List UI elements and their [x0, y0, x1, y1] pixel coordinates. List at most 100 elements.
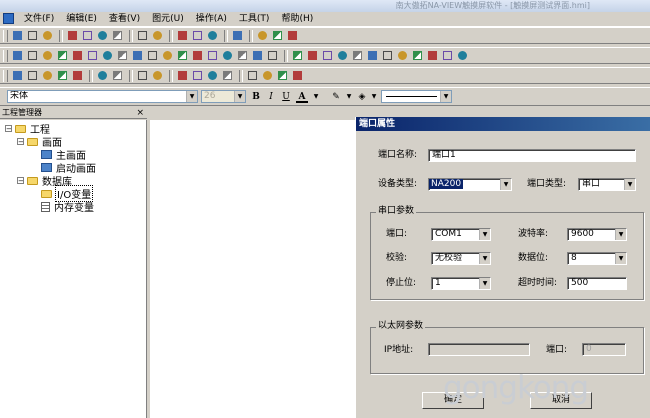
table-icon[interactable] — [266, 49, 279, 62]
delete-icon[interactable] — [111, 29, 124, 42]
lock-icon[interactable] — [291, 69, 304, 82]
menu-operate[interactable]: 操作(A) — [196, 12, 227, 26]
rounded-rect-icon[interactable] — [71, 49, 84, 62]
grid-icon[interactable] — [11, 69, 24, 82]
align-center-icon[interactable] — [306, 49, 319, 62]
font-size-select[interactable]: 26 ▼ — [201, 90, 246, 103]
trend-icon[interactable] — [191, 49, 204, 62]
same-width-icon[interactable] — [381, 49, 394, 62]
pen-color-dropdown-icon[interactable]: ▼ — [343, 91, 355, 103]
button-icon[interactable] — [101, 49, 114, 62]
collapse-icon[interactable]: − — [17, 177, 24, 185]
align-middle-icon[interactable] — [351, 49, 364, 62]
flip-v-icon[interactable] — [111, 69, 124, 82]
tree-node-mem-vars[interactable]: 内存变量 — [41, 200, 95, 214]
rectangle-icon[interactable] — [56, 49, 69, 62]
layer-bottom-icon[interactable] — [261, 69, 274, 82]
align-left-icon[interactable] — [291, 49, 304, 62]
align-right-icon[interactable] — [321, 49, 334, 62]
send-backward-icon[interactable] — [221, 69, 234, 82]
chevron-down-icon[interactable]: ▼ — [479, 229, 490, 240]
chevron-down-icon[interactable]: ▼ — [624, 179, 635, 190]
chevron-down-icon[interactable]: ▼ — [186, 91, 197, 102]
rotate-icon[interactable] — [136, 69, 149, 82]
close-icon[interactable]: × — [136, 107, 144, 119]
bar-chart-icon[interactable] — [206, 49, 219, 62]
baud-select[interactable]: 9600 ▼ — [567, 228, 627, 241]
menu-file[interactable]: 文件(F) — [24, 12, 54, 26]
align-top-icon[interactable] — [336, 49, 349, 62]
underline-button[interactable]: U — [280, 91, 292, 103]
ellipse-icon[interactable] — [86, 49, 99, 62]
chevron-down-icon[interactable]: ▼ — [479, 253, 490, 264]
chevron-down-icon[interactable]: ▼ — [500, 179, 511, 190]
layer-icon[interactable] — [276, 69, 289, 82]
text-box-icon[interactable] — [116, 49, 129, 62]
toolbar-grip[interactable] — [3, 49, 8, 62]
redo-icon[interactable] — [151, 29, 164, 42]
port-type-select[interactable]: 串口 ▼ — [578, 178, 636, 191]
screen-settings-icon[interactable] — [231, 29, 244, 42]
ocx-icon[interactable] — [131, 49, 144, 62]
fill-color-icon[interactable]: ◈ — [356, 91, 368, 103]
menu-tools[interactable]: 工具(T) — [239, 12, 270, 26]
help-icon[interactable] — [206, 29, 219, 42]
zoom-in-icon[interactable] — [256, 29, 269, 42]
layer-top-icon[interactable] — [246, 69, 259, 82]
flip-h-icon[interactable] — [96, 69, 109, 82]
record-icon[interactable] — [236, 49, 249, 62]
circle-icon[interactable] — [251, 49, 264, 62]
timeout-input[interactable]: 500 — [567, 277, 627, 290]
font-name-select[interactable]: 宋体 ▼ — [7, 90, 198, 103]
zoom-out-icon[interactable] — [271, 29, 284, 42]
alarm-icon[interactable] — [221, 49, 234, 62]
bring-forward-icon[interactable] — [206, 69, 219, 82]
font-color-button[interactable]: A — [296, 91, 308, 103]
space-v-icon[interactable] — [441, 49, 454, 62]
line-style-select[interactable]: ▼ — [381, 90, 452, 103]
com-port-select[interactable]: COM1 ▼ — [431, 228, 491, 241]
new-file-icon[interactable] — [11, 29, 24, 42]
fill-color-dropdown-icon[interactable]: ▼ — [368, 91, 380, 103]
image-icon[interactable] — [146, 49, 159, 62]
group-icon[interactable] — [41, 69, 54, 82]
polyline-icon[interactable] — [41, 49, 54, 62]
device-type-select[interactable]: NA200 ▼ — [428, 178, 512, 191]
toolbar-grip[interactable] — [3, 69, 8, 82]
port-name-input[interactable]: 端口1 — [428, 149, 636, 162]
copy-icon[interactable] — [81, 29, 94, 42]
combine-icon[interactable] — [71, 69, 84, 82]
collapse-icon[interactable]: − — [17, 138, 24, 146]
ungroup-icon[interactable] — [56, 69, 69, 82]
chevron-down-icon[interactable]: ▼ — [234, 91, 245, 102]
line-icon[interactable] — [26, 49, 39, 62]
save-icon[interactable] — [41, 29, 54, 42]
space-h-icon[interactable] — [426, 49, 439, 62]
chevron-down-icon[interactable]: ▼ — [615, 229, 626, 240]
gauge-icon[interactable] — [161, 49, 174, 62]
pointer-icon[interactable] — [11, 49, 24, 62]
open-folder-icon[interactable] — [26, 29, 39, 42]
bold-button[interactable]: B — [250, 91, 262, 103]
parity-select[interactable]: 无校验 ▼ — [431, 252, 491, 265]
cut-icon[interactable] — [66, 29, 79, 42]
zoom-fit-icon[interactable] — [286, 29, 299, 42]
chevron-down-icon[interactable]: ▼ — [615, 253, 626, 264]
menu-view[interactable]: 查看(V) — [109, 12, 140, 26]
undo-icon[interactable] — [136, 29, 149, 42]
chevron-down-icon[interactable]: ▼ — [440, 91, 451, 102]
align-bottom-icon[interactable] — [366, 49, 379, 62]
library-icon[interactable] — [456, 49, 469, 62]
font-color-dropdown-icon[interactable]: ▼ — [310, 91, 322, 103]
pen-color-icon[interactable]: ✎ — [330, 91, 342, 103]
snap-icon[interactable] — [26, 69, 39, 82]
print-preview-icon[interactable] — [176, 29, 189, 42]
menu-edit[interactable]: 编辑(E) — [66, 12, 97, 26]
stopbits-select[interactable]: 1 ▼ — [431, 277, 491, 290]
chevron-down-icon[interactable]: ▼ — [479, 278, 490, 289]
menu-help[interactable]: 帮助(H) — [281, 12, 313, 26]
same-height-icon[interactable] — [396, 49, 409, 62]
collapse-icon[interactable]: − — [5, 125, 12, 133]
send-back-icon[interactable] — [191, 69, 204, 82]
databits-select[interactable]: 8 ▼ — [567, 252, 627, 265]
